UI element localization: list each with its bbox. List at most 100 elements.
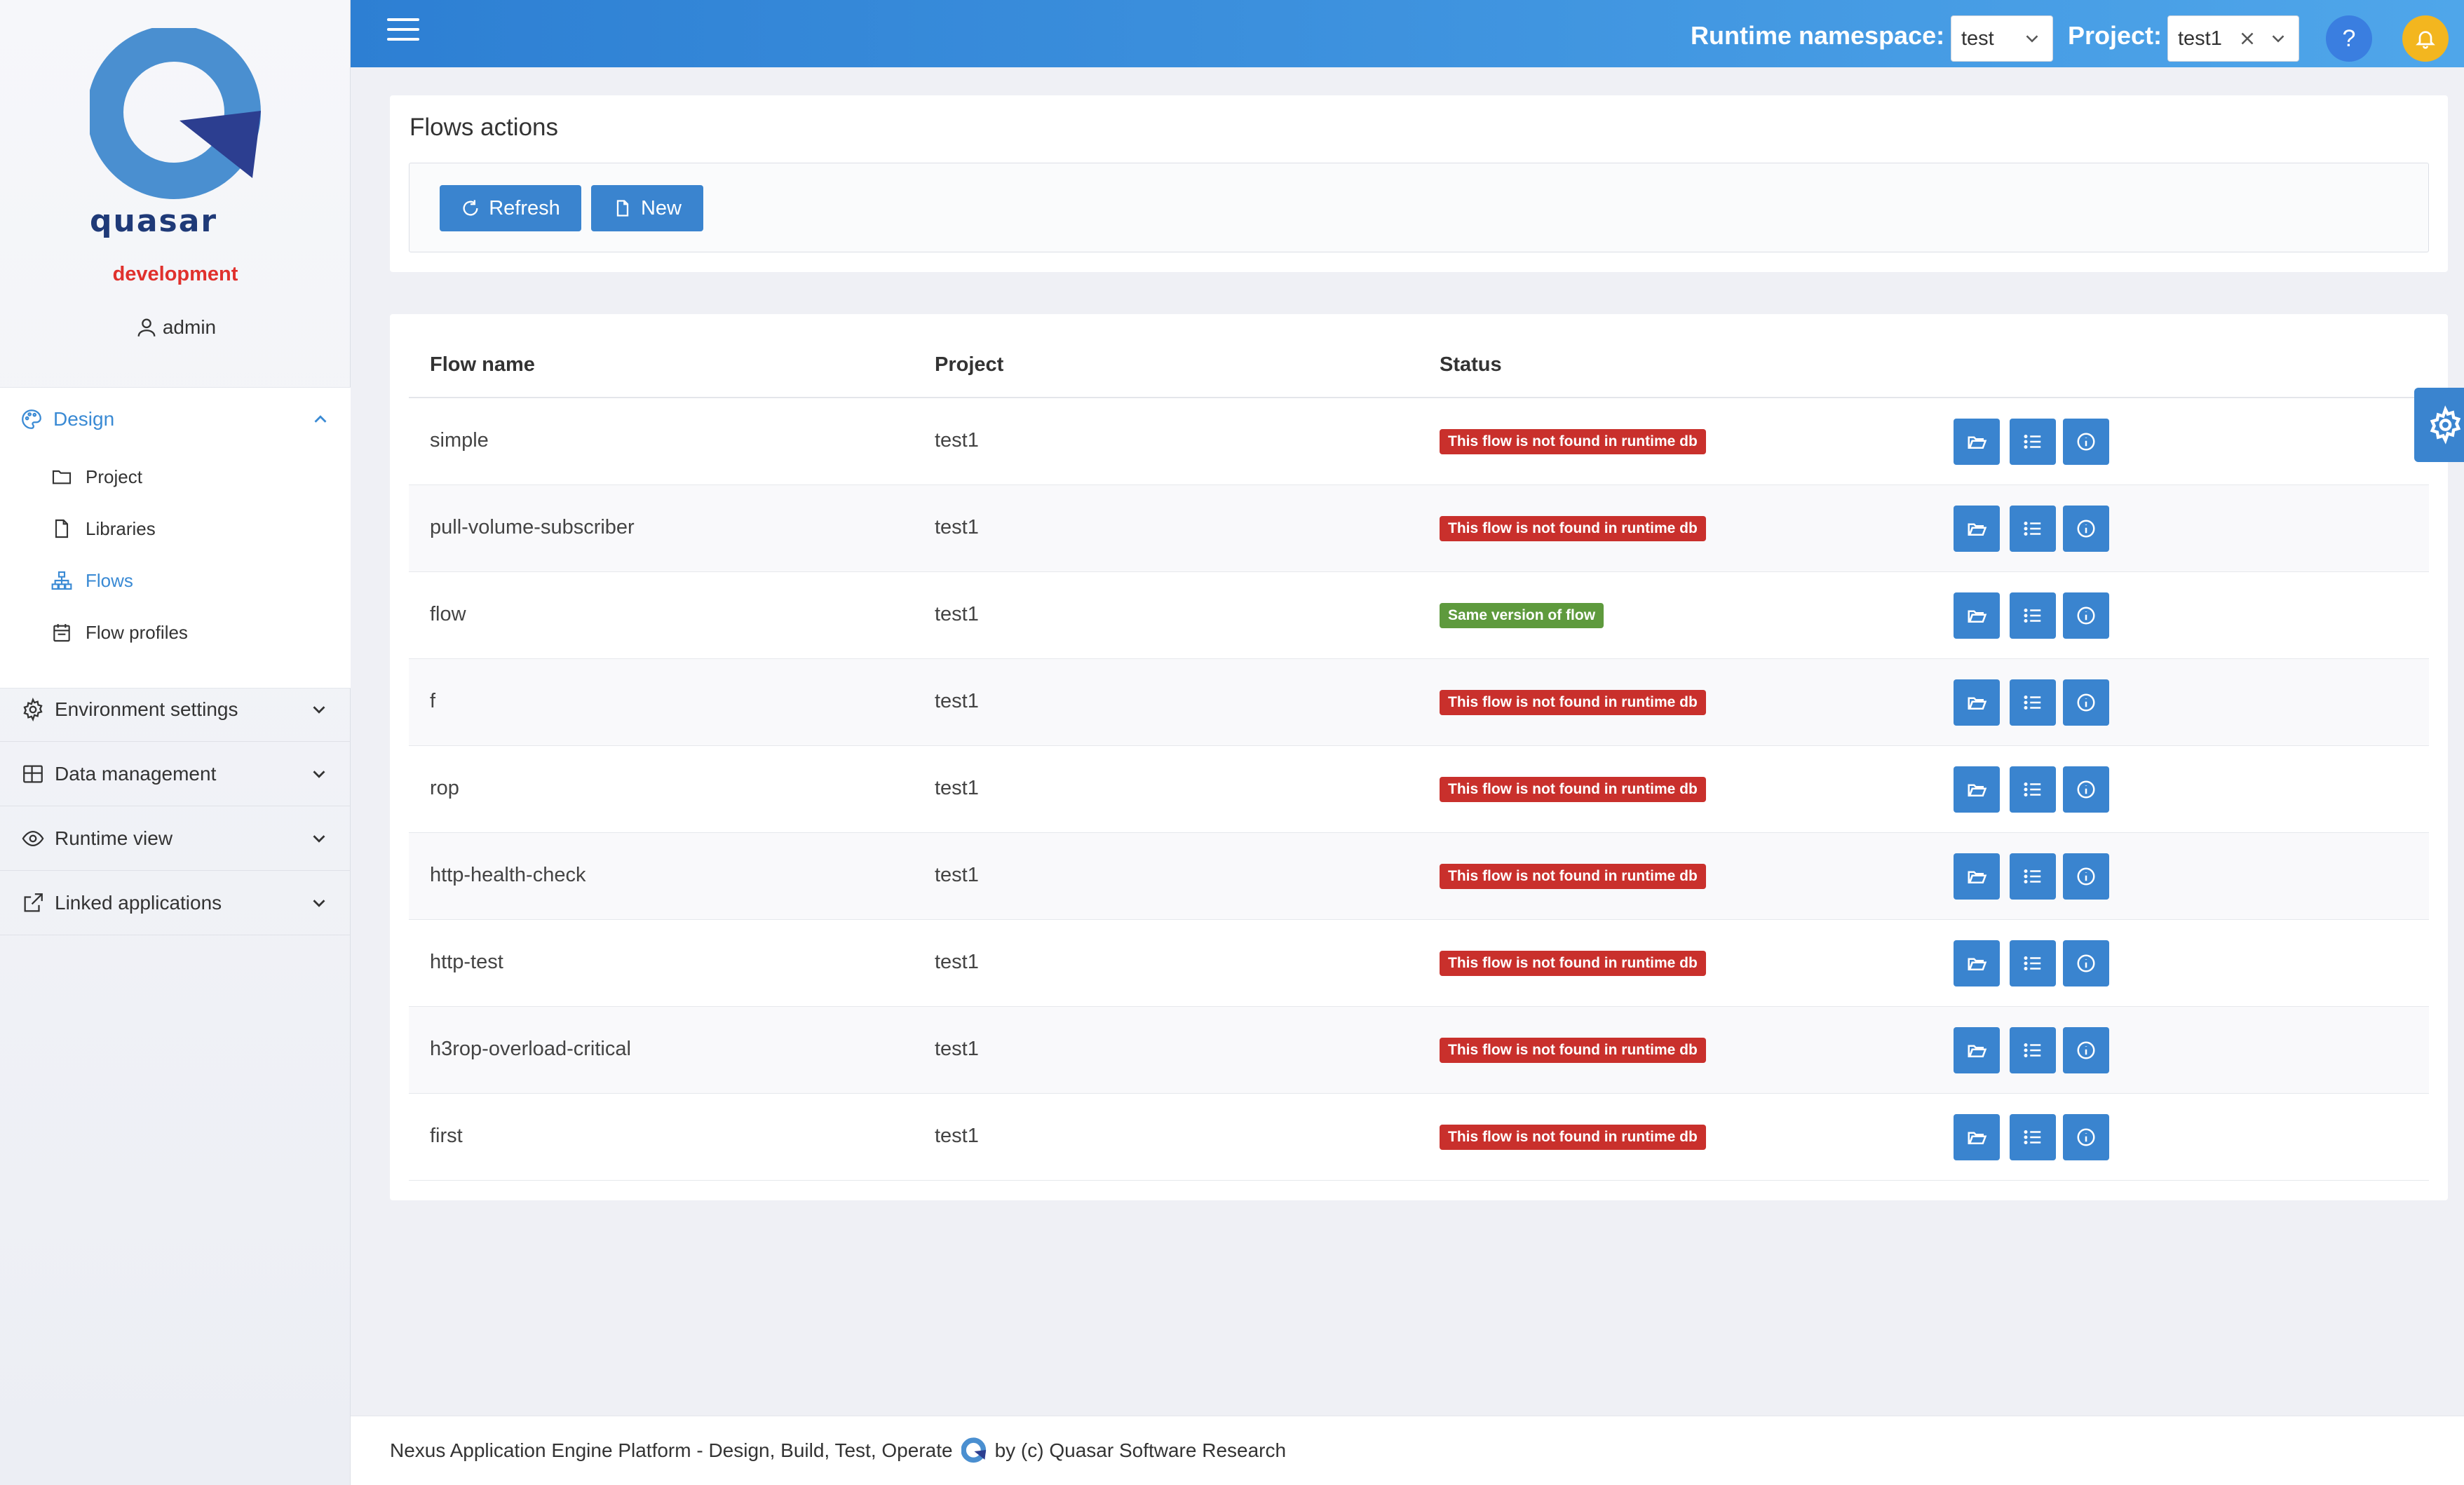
- project-cell: test1: [935, 1038, 979, 1060]
- flow-details-button[interactable]: [2010, 766, 2056, 813]
- flow-details-button[interactable]: [2010, 419, 2056, 465]
- flow-tree-icon: [51, 571, 72, 590]
- status-badge: This flow is not found in runtime db: [1440, 429, 1706, 454]
- hamburger-menu-icon[interactable]: [387, 18, 419, 46]
- nav-runtime-view[interactable]: Runtime view: [0, 806, 351, 871]
- flow-info-button[interactable]: [2063, 766, 2109, 813]
- open-flow-button[interactable]: [1954, 853, 2000, 900]
- user-name: admin: [162, 316, 217, 338]
- flow-info-button[interactable]: [2063, 940, 2109, 986]
- open-flow-button[interactable]: [1954, 1114, 2000, 1160]
- user-info[interactable]: admin: [0, 316, 351, 339]
- status-badge: This flow is not found in runtime db: [1440, 516, 1706, 541]
- namespace-select[interactable]: test: [1951, 15, 2053, 62]
- table-row: flow test1 Same version of flow: [409, 572, 2429, 659]
- palette-icon: [22, 409, 41, 429]
- flow-info-button[interactable]: [2063, 853, 2109, 900]
- new-button[interactable]: New: [591, 185, 703, 231]
- project-cell: test1: [935, 1125, 979, 1147]
- sidebar-item-label: Project: [86, 466, 142, 487]
- open-flow-button[interactable]: [1954, 419, 2000, 465]
- sidebar-item-libraries[interactable]: Libraries: [0, 503, 351, 555]
- flow-name-cell: first: [430, 1125, 463, 1147]
- flow-details-button[interactable]: [2010, 1027, 2056, 1073]
- status-badge: This flow is not found in runtime db: [1440, 951, 1706, 976]
- project-cell: test1: [935, 690, 979, 712]
- nav-linked-applications[interactable]: Linked applications: [0, 871, 351, 935]
- sidebar-item-flow-profiles[interactable]: Flow profiles: [0, 606, 351, 658]
- flow-details-button[interactable]: [2010, 592, 2056, 639]
- nav-runtime-view-header: Runtime view: [0, 806, 351, 871]
- nav-design-label: Design: [53, 408, 115, 430]
- chevron-up-icon: [314, 415, 327, 423]
- project-cell: test1: [935, 429, 979, 452]
- flow-details-button[interactable]: [2010, 679, 2056, 726]
- notifications-button[interactable]: [2402, 15, 2449, 62]
- open-folder-icon: [1968, 784, 1987, 796]
- info-icon: [2077, 693, 2095, 712]
- column-header-flow-name: Flow name: [430, 353, 535, 376]
- info-icon: [2077, 1128, 2095, 1146]
- project-cell: test1: [935, 777, 979, 799]
- clear-icon[interactable]: [2237, 28, 2258, 49]
- bell-icon: [2416, 31, 2435, 49]
- nav-section-label: Data management: [55, 763, 217, 785]
- open-flow-button[interactable]: [1954, 940, 2000, 986]
- open-flow-button[interactable]: [1954, 592, 2000, 639]
- open-folder-icon: [1968, 1132, 1987, 1144]
- flow-details-button[interactable]: [2010, 853, 2056, 900]
- status-badge: This flow is not found in runtime db: [1440, 1038, 1706, 1063]
- status-badge: This flow is not found in runtime db: [1440, 690, 1706, 715]
- flow-info-button[interactable]: [2063, 1114, 2109, 1160]
- file-icon: [55, 519, 69, 538]
- refresh-icon: [463, 200, 478, 216]
- namespace-label: Runtime namespace:: [1691, 21, 1945, 50]
- flow-info-button[interactable]: [2063, 592, 2109, 639]
- folder-icon: [52, 470, 72, 484]
- project-label: Project:: [2068, 21, 2162, 50]
- flow-info-button[interactable]: [2063, 506, 2109, 552]
- chevron-down-icon: [313, 706, 325, 714]
- status-badge: This flow is not found in runtime db: [1440, 1125, 1706, 1150]
- flow-name-cell: flow: [430, 603, 466, 625]
- nav-environment-settings[interactable]: Environment settings: [0, 677, 351, 742]
- flow-info-button[interactable]: [2063, 419, 2109, 465]
- logo-text: quasar: [90, 203, 218, 239]
- footer: Nexus Application Engine Platform - Desi…: [351, 1416, 2464, 1485]
- flow-details-button[interactable]: [2010, 1114, 2056, 1160]
- file-icon: [616, 200, 629, 217]
- calendar-icon: [53, 624, 70, 642]
- sidebar-item-project[interactable]: Project: [0, 451, 351, 503]
- open-flow-button[interactable]: [1954, 766, 2000, 813]
- table-row: simple test1 This flow is not found in run…: [409, 398, 2429, 485]
- sidebar: quasar development admin Design Project …: [0, 0, 351, 1485]
- table-row: f test1 This flow is not found in runtime …: [409, 659, 2429, 746]
- open-folder-icon: [1968, 958, 1987, 970]
- nav-section-label: Environment settings: [55, 698, 238, 720]
- open-folder-icon: [1968, 610, 1987, 623]
- chevron-down-icon: [2026, 35, 2038, 43]
- flow-name-cell: http-test: [430, 951, 503, 973]
- flow-info-button[interactable]: [2063, 1027, 2109, 1073]
- flow-name-cell: http-health-check: [430, 864, 586, 886]
- footer-credit: by (c) Quasar Software Research: [994, 1439, 1287, 1461]
- project-select[interactable]: test1: [2167, 15, 2299, 62]
- open-flow-button[interactable]: [1954, 506, 2000, 552]
- chevron-down-icon: [313, 835, 325, 843]
- nav-design-header[interactable]: Design: [0, 388, 351, 451]
- refresh-button[interactable]: Refresh: [440, 185, 581, 231]
- flow-details-button[interactable]: [2010, 506, 2056, 552]
- sidebar-item-flows[interactable]: Flows: [0, 555, 351, 606]
- settings-tab[interactable]: [2414, 388, 2464, 462]
- info-icon: [2077, 780, 2095, 799]
- flow-info-button[interactable]: [2063, 679, 2109, 726]
- flow-details-button[interactable]: [2010, 940, 2056, 986]
- project-cell: test1: [935, 951, 979, 973]
- open-flow-button[interactable]: [1954, 679, 2000, 726]
- nav-data-management[interactable]: Data management: [0, 742, 351, 806]
- open-flow-button[interactable]: [1954, 1027, 2000, 1073]
- help-button[interactable]: ?: [2326, 15, 2372, 62]
- top-bar: Runtime namespace: test Project: test1 ?: [351, 0, 2464, 67]
- table-row: pull-volume-subscriber test1 This flow is …: [409, 485, 2429, 572]
- status-badge: Same version of flow: [1440, 603, 1604, 628]
